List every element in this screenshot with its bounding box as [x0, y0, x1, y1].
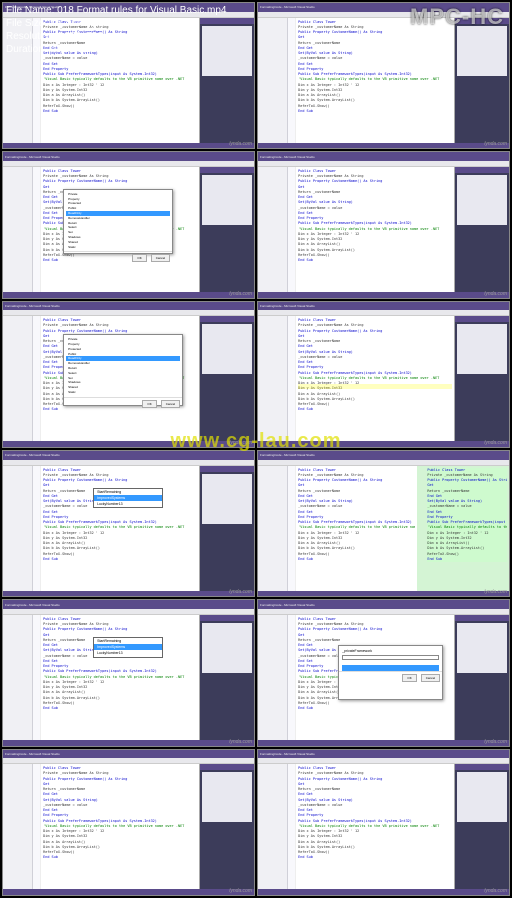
ok-button[interactable]: OK [132, 254, 146, 262]
ok-button[interactable]: OK [142, 400, 156, 408]
thumbnail-8[interactable]: FormattingCode - Microsoft Visual Studio… [257, 450, 510, 597]
cancel-button[interactable]: Cancel [161, 400, 180, 408]
thumbnail-4[interactable]: FormattingCode - Microsoft Visual Studio… [257, 151, 510, 298]
thumbnail-3[interactable]: FormattingCode - Microsoft Visual Studio… [2, 151, 255, 298]
dialog-input[interactable] [342, 655, 439, 660]
thumbnail-grid: FormattingCode - Microsoft Visual Studio… [0, 0, 512, 898]
thumbnail-10[interactable]: FormattingCode - Microsoft Visual Studio… [257, 599, 510, 746]
file-size-label: File Size: [6, 18, 50, 29]
thumbnail-9[interactable]: FormattingCode - Microsoft Visual Studio… [2, 599, 255, 746]
player-logo: MPC-HC [410, 4, 504, 30]
file-size-value: 15,7 MB (16 498 073 bytes) [50, 18, 173, 29]
file-name-label: File Name: [6, 5, 57, 16]
cancel-button[interactable]: Cancel [421, 674, 440, 682]
thumbnail-6[interactable]: FormattingCode - Microsoft Visual Studio… [257, 301, 510, 448]
dialog-label: _privateFramework [342, 649, 439, 653]
resolution-value: 1280x720 [59, 31, 103, 42]
thumbnail-7[interactable]: FormattingCode - Microsoft Visual Studio… [2, 450, 255, 597]
rename-dialog[interactable]: _privateFramework OK Cancel [338, 645, 443, 700]
intellisense-dropdown[interactable]: StartRemaining ImprovedSystems LuckyNumb… [93, 637, 163, 658]
duration-value: 00:05:41 [49, 44, 88, 55]
intellisense-dropdown[interactable]: StartRemaining ImprovedSystems LuckyNumb… [93, 488, 163, 509]
ok-button[interactable]: OK [402, 674, 416, 682]
source-watermark: lynda.com [229, 141, 252, 147]
thumbnail-5[interactable]: FormattingCode - Microsoft Visual Studio… [2, 301, 255, 448]
options-dialog[interactable]: PrivatePropertyProtectedPublicReadOnlyRe… [63, 334, 183, 406]
cancel-button[interactable]: Cancel [151, 254, 170, 262]
file-name-value: 018 Format rules for Visual Basic.mp4 [57, 5, 226, 16]
autocomplete-popup[interactable]: PrivatePropertyProtectedPublicReadOnlyRe… [63, 189, 173, 254]
duration-label: Duration: [6, 44, 49, 55]
diff-panel: Public Class Tower Private _customerName… [417, 466, 509, 591]
thumbnail-11[interactable]: FormattingCode - Microsoft Visual Studio… [2, 749, 255, 896]
resolution-label: Resolution: [6, 31, 59, 42]
thumbnail-12[interactable]: FormattingCode - Microsoft Visual Studio… [257, 749, 510, 896]
vs-statusbar [3, 143, 254, 149]
